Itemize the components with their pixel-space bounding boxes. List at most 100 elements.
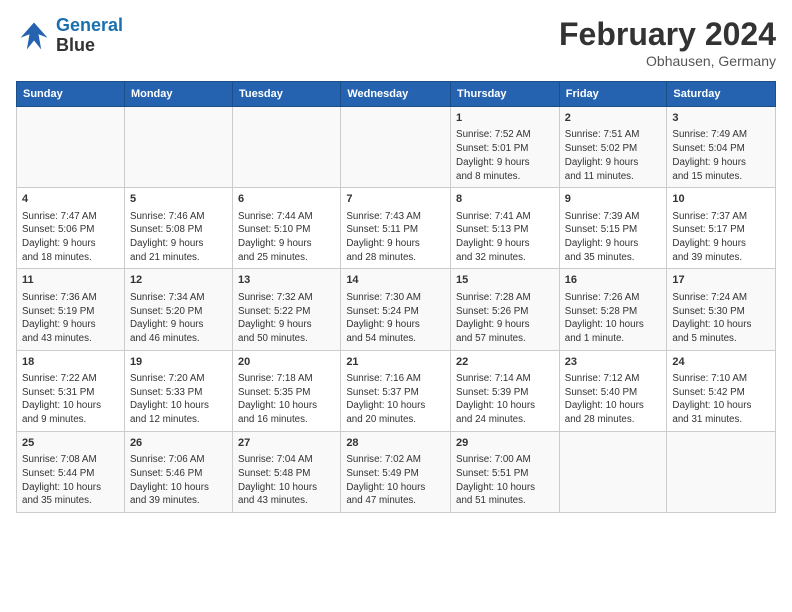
day-info: Sunrise: 7:49 AM Sunset: 5:04 PM Dayligh… [672,128,770,183]
day-number: 13 [238,273,335,288]
calendar-cell: 16Sunrise: 7:26 AM Sunset: 5:28 PM Dayli… [559,269,667,350]
day-info: Sunrise: 7:34 AM Sunset: 5:20 PM Dayligh… [130,291,227,346]
day-info: Sunrise: 7:02 AM Sunset: 5:49 PM Dayligh… [346,453,445,508]
day-number: 24 [672,355,770,370]
day-info: Sunrise: 7:37 AM Sunset: 5:17 PM Dayligh… [672,210,770,265]
day-number: 25 [22,436,119,451]
calendar-cell: 12 Sunrise: 7:34 AM Sunset: 5:20 PM Dayli… [124,269,232,350]
calendar-cell: 17 Sunrise: 7:24 AM Sunset: 5:30 PM Dayli… [667,269,776,350]
calendar-cell: 9Sunrise: 7:39 AM Sunset: 5:15 PM Daylig… [559,188,667,269]
day-info: Sunrise: 7:22 AM Sunset: 5:31 PM Dayligh… [22,372,119,427]
calendar-cell: 1 Sunrise: 7:52 AM Sunset: 5:01 PM Daylig… [451,107,560,188]
day-number: 15 [456,273,554,288]
day-info: Sunrise: 7:52 AM Sunset: 5:01 PM Dayligh… [456,128,554,183]
day-info: Sunrise: 7:06 AM Sunset: 5:46 PM Dayligh… [130,453,227,508]
calendar-cell: 24 Sunrise: 7:10 AM Sunset: 5:42 PM Dayli… [667,350,776,431]
day-number: 23 [565,355,662,370]
calendar-cell [341,107,451,188]
title-block: February 2024 Obhausen, Germany [559,16,776,69]
day-info: Sunrise: 7:16 AM Sunset: 5:37 PM Dayligh… [346,372,445,427]
calendar-cell: 23 Sunrise: 7:12 AM Sunset: 5:40 PM Dayli… [559,350,667,431]
day-info: Sunrise: 7:26 AM Sunset: 5:28 PM Dayligh… [565,291,662,346]
day-number: 4 [22,192,119,207]
day-number: 20 [238,355,335,370]
day-info: Sunrise: 7:44 AM Sunset: 5:10 PM Dayligh… [238,210,335,265]
calendar-cell [17,107,125,188]
calendar-cell: 14 Sunrise: 7:30 AM Sunset: 5:24 PM Dayli… [341,269,451,350]
day-number: 3 [672,111,770,126]
weekday-header: Sunday [17,82,125,107]
day-number: 11 [22,273,119,288]
day-info: Sunrise: 7:18 AM Sunset: 5:35 PM Dayligh… [238,372,335,427]
day-number: 21 [346,355,445,370]
day-info: Sunrise: 7:08 AM Sunset: 5:44 PM Dayligh… [22,453,119,508]
calendar-cell [559,431,667,512]
day-info: Sunrise: 7:14 AM Sunset: 5:39 PM Dayligh… [456,372,554,427]
day-number: 12 [130,273,227,288]
day-info: Sunrise: 7:41 AM Sunset: 5:13 PM Dayligh… [456,210,554,265]
calendar-cell: 20 Sunrise: 7:18 AM Sunset: 5:35 PM Dayli… [233,350,341,431]
day-info: Sunrise: 7:10 AM Sunset: 5:42 PM Dayligh… [672,372,770,427]
logo: General Blue [16,16,123,56]
day-number: 28 [346,436,445,451]
day-info: Sunrise: 7:32 AM Sunset: 5:22 PM Dayligh… [238,291,335,346]
day-number: 8 [456,192,554,207]
calendar-cell: 29 Sunrise: 7:00 AM Sunset: 5:51 PM Dayli… [451,431,560,512]
day-info: Sunrise: 7:30 AM Sunset: 5:24 PM Dayligh… [346,291,445,346]
calendar-cell: 19 Sunrise: 7:20 AM Sunset: 5:33 PM Dayli… [124,350,232,431]
logo-text: General Blue [56,16,123,56]
day-info: Sunrise: 7:43 AM Sunset: 5:11 PM Dayligh… [346,210,445,265]
day-number: 14 [346,273,445,288]
calendar-cell: 18 Sunrise: 7:22 AM Sunset: 5:31 PM Dayli… [17,350,125,431]
day-info: Sunrise: 7:28 AM Sunset: 5:26 PM Dayligh… [456,291,554,346]
day-number: 22 [456,355,554,370]
calendar-cell: 13 Sunrise: 7:32 AM Sunset: 5:22 PM Dayli… [233,269,341,350]
day-number: 10 [672,192,770,207]
calendar-cell: 22 Sunrise: 7:14 AM Sunset: 5:39 PM Dayli… [451,350,560,431]
day-info: Sunrise: 7:00 AM Sunset: 5:51 PM Dayligh… [456,453,554,508]
day-number: 17 [672,273,770,288]
calendar-cell: 28 Sunrise: 7:02 AM Sunset: 5:49 PM Dayli… [341,431,451,512]
weekday-header: Thursday [451,82,560,107]
day-info: Sunrise: 7:47 AM Sunset: 5:06 PM Dayligh… [22,210,119,265]
day-number: 6 [238,192,335,207]
page-header: General Blue February 2024 Obhausen, Ger… [16,16,776,69]
day-number: 29 [456,436,554,451]
calendar-cell: 4 Sunrise: 7:47 AM Sunset: 5:06 PM Daylig… [17,188,125,269]
day-info: Sunrise: 7:51 AM Sunset: 5:02 PM Dayligh… [565,128,662,183]
calendar-cell: 10 Sunrise: 7:37 AM Sunset: 5:17 PM Dayli… [667,188,776,269]
calendar-cell: 7 Sunrise: 7:43 AM Sunset: 5:11 PM Daylig… [341,188,451,269]
calendar-cell: 26 Sunrise: 7:06 AM Sunset: 5:46 PM Dayli… [124,431,232,512]
day-info: Sunrise: 7:46 AM Sunset: 5:08 PM Dayligh… [130,210,227,265]
day-number: 26 [130,436,227,451]
calendar-cell: 21 Sunrise: 7:16 AM Sunset: 5:37 PM Dayli… [341,350,451,431]
day-number: 1 [456,111,554,126]
calendar-table: SundayMondayTuesdayWednesdayThursdayFrid… [16,81,776,513]
logo-line1: General [56,15,123,35]
month-title: February 2024 [559,16,776,53]
calendar-cell: 15 Sunrise: 7:28 AM Sunset: 5:26 PM Dayli… [451,269,560,350]
calendar-cell [667,431,776,512]
day-number: 5 [130,192,227,207]
day-info: Sunrise: 7:20 AM Sunset: 5:33 PM Dayligh… [130,372,227,427]
day-number: 27 [238,436,335,451]
calendar-cell: 8 Sunrise: 7:41 AM Sunset: 5:13 PM Daylig… [451,188,560,269]
logo-line2: Blue [56,36,123,56]
day-info: Sunrise: 7:04 AM Sunset: 5:48 PM Dayligh… [238,453,335,508]
day-number: 18 [22,355,119,370]
day-number: 19 [130,355,227,370]
location: Obhausen, Germany [559,53,776,69]
day-number: 9 [565,192,662,207]
calendar-cell [124,107,232,188]
day-info: Sunrise: 7:36 AM Sunset: 5:19 PM Dayligh… [22,291,119,346]
weekday-header: Saturday [667,82,776,107]
day-info: Sunrise: 7:12 AM Sunset: 5:40 PM Dayligh… [565,372,662,427]
calendar-cell: 5 Sunrise: 7:46 AM Sunset: 5:08 PM Daylig… [124,188,232,269]
day-number: 7 [346,192,445,207]
day-info: Sunrise: 7:24 AM Sunset: 5:30 PM Dayligh… [672,291,770,346]
calendar-cell: 3 Sunrise: 7:49 AM Sunset: 5:04 PM Daylig… [667,107,776,188]
calendar-cell: 11 Sunrise: 7:36 AM Sunset: 5:19 PM Dayli… [17,269,125,350]
calendar-cell: 27 Sunrise: 7:04 AM Sunset: 5:48 PM Dayli… [233,431,341,512]
weekday-header: Tuesday [233,82,341,107]
calendar-cell: 2Sunrise: 7:51 AM Sunset: 5:02 PM Daylig… [559,107,667,188]
